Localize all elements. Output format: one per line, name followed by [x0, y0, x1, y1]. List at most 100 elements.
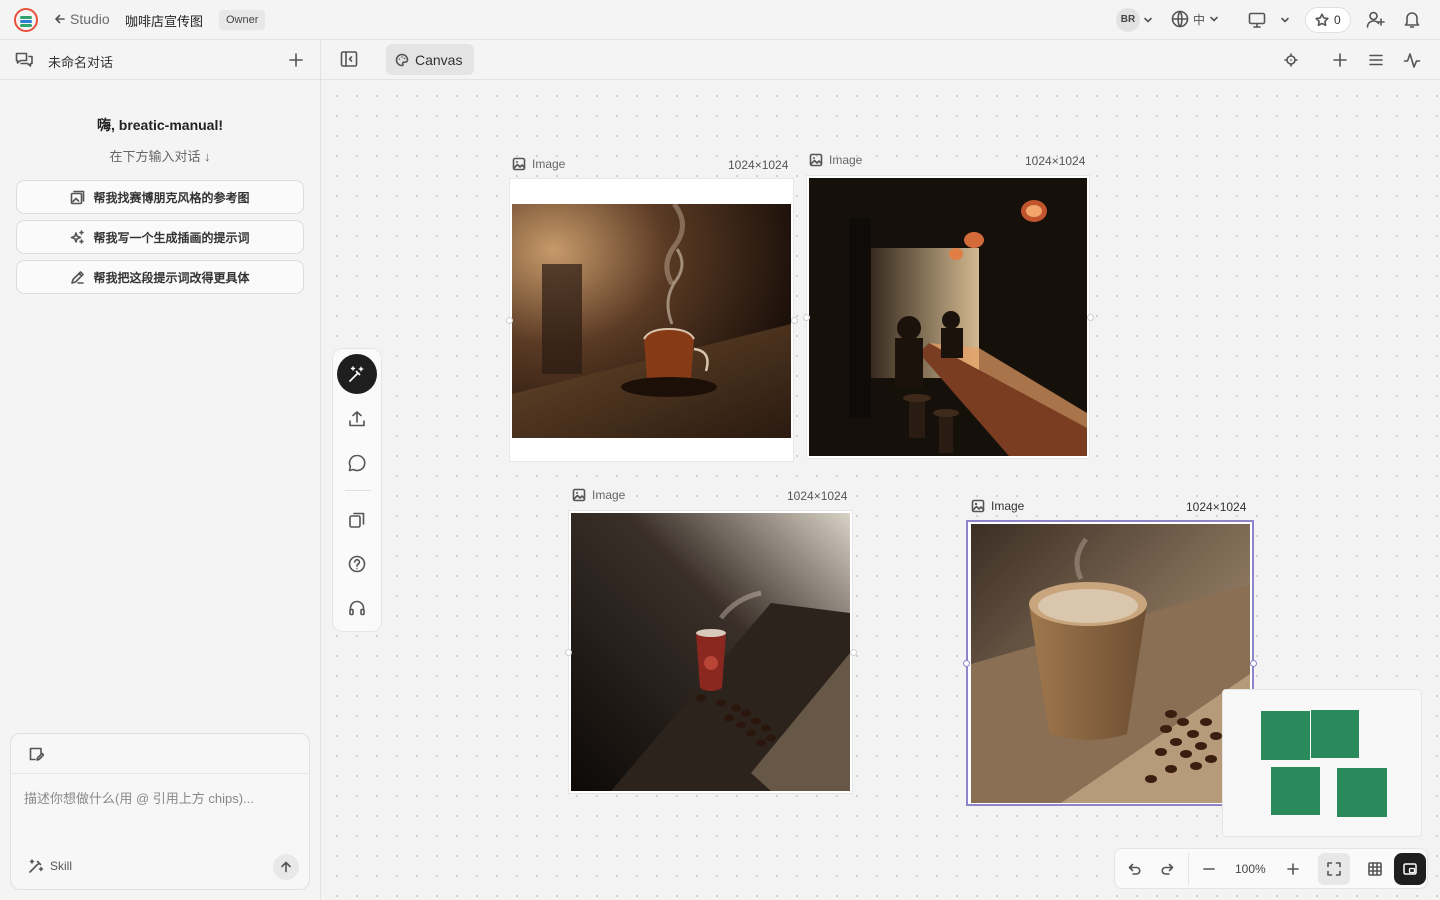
suggestion-label: 帮我找赛博朋克风格的参考图	[93, 190, 250, 205]
globe-icon	[1171, 10, 1189, 28]
minimap-icon	[1403, 863, 1417, 875]
plus-icon[interactable]	[1332, 52, 1348, 68]
greeting-heading: 嗨, breatic-manual!	[96, 117, 224, 133]
frame-size: 1024×1024	[1025, 154, 1086, 168]
image-icon	[572, 488, 586, 502]
help-icon[interactable]	[347, 554, 367, 574]
headset-icon[interactable]	[347, 598, 367, 618]
suggestion-label: 帮我写一个生成插画的提示词	[93, 230, 250, 245]
activity-icon[interactable]	[1403, 51, 1421, 69]
fullscreen-icon	[1327, 862, 1341, 876]
chat-input[interactable]: 描述你想做什么(用 @ 引用上方 chips)...	[24, 788, 254, 807]
red-cup-beans-photo	[571, 513, 850, 791]
resize-handle[interactable]	[803, 314, 810, 321]
magic-wand-icon	[29, 859, 44, 873]
chevron-down-icon[interactable]	[1143, 15, 1153, 25]
image-frame[interactable]	[803, 175, 1094, 459]
suggestion-chip[interactable]: 帮我找赛博朋克风格的参考图	[16, 180, 304, 214]
pencil-icon	[71, 270, 85, 284]
language-switcher[interactable]: 中	[1171, 10, 1219, 28]
magic-sparkle-icon	[349, 366, 364, 382]
frame-label: Image	[971, 499, 1024, 513]
minimap-toggle-button[interactable]	[1394, 853, 1426, 885]
back-label: Studio	[70, 11, 110, 27]
upload-icon[interactable]	[347, 409, 367, 429]
frame-label-text: Image	[532, 157, 566, 171]
image-frame[interactable]	[506, 178, 798, 462]
zoom-divider	[1188, 853, 1189, 885]
composer-toolbar	[11, 734, 309, 774]
undo-icon[interactable]	[1126, 861, 1142, 877]
minimap-frame	[1311, 710, 1359, 758]
user-avatar[interactable]: BR	[1116, 8, 1140, 32]
palette-icon	[395, 53, 409, 66]
canvas-tool-rail	[332, 348, 382, 632]
zoom-in-icon[interactable]	[1286, 862, 1300, 876]
resize-handle[interactable]	[850, 649, 857, 656]
conversations-icon[interactable]	[15, 51, 34, 69]
skill-label: Skill	[50, 859, 73, 873]
chat-bubble-icon[interactable]	[347, 453, 367, 473]
frame-label: Image	[572, 488, 625, 502]
suggestion-label: 帮我把这段提示词改得更具体	[93, 270, 250, 285]
plus-icon[interactable]	[288, 52, 304, 68]
minimap-frame	[1337, 768, 1387, 817]
tab-canvas-label: Canvas	[415, 51, 463, 68]
bell-icon[interactable]	[1403, 10, 1421, 29]
tab-canvas[interactable]: Canvas	[386, 44, 474, 75]
star-count: 0	[1334, 13, 1341, 27]
resize-handle[interactable]	[1250, 660, 1257, 667]
frame-label-text: Image	[991, 499, 1025, 513]
role-badge: Owner	[219, 10, 266, 30]
frame-label-text: Image	[829, 153, 863, 167]
chat-sidebar: 未命名对话 嗨, breatic-manual! 在下方输入对话 ↓ 帮我找赛博…	[0, 40, 321, 900]
sparkles-icon	[71, 229, 85, 244]
resize-handle[interactable]	[791, 317, 798, 324]
arrow-left-icon	[55, 14, 65, 24]
resize-handle[interactable]	[1087, 314, 1094, 321]
locate-icon[interactable]	[1284, 53, 1298, 67]
skill-button[interactable]: Skill	[28, 858, 72, 874]
note-edit-icon[interactable]	[28, 746, 44, 762]
grid-icon[interactable]	[1367, 861, 1383, 877]
frame-size: 1024×1024	[787, 489, 848, 503]
image-frame[interactable]	[565, 510, 857, 794]
star-button[interactable]: 0	[1305, 7, 1351, 33]
zoom-level[interactable]: 100%	[1235, 862, 1266, 876]
canvas-minimap[interactable]	[1222, 689, 1422, 837]
conversation-title[interactable]: 未命名对话	[48, 52, 113, 71]
project-title[interactable]: 咖啡店宣传图	[125, 11, 203, 30]
app-logo[interactable]	[14, 8, 38, 32]
conversation-header: 未命名对话	[0, 40, 320, 80]
canvas-tab-bar	[321, 40, 1440, 80]
frame-label: Image	[809, 153, 862, 167]
add-user-icon[interactable]	[1366, 10, 1385, 29]
ai-generate-button[interactable]	[337, 354, 377, 394]
suggestion-chip[interactable]: 帮我把这段提示词改得更具体	[16, 260, 304, 294]
redo-icon[interactable]	[1160, 861, 1176, 877]
frame-size: 1024×1024	[1186, 500, 1247, 514]
kraft-cup-beans-photo	[971, 524, 1250, 803]
resize-handle[interactable]	[963, 660, 970, 667]
arrow-up-icon	[281, 861, 291, 873]
chevron-down-icon[interactable]	[1280, 15, 1290, 25]
coffee-shop-interior-photo	[809, 178, 1087, 456]
copy-icon[interactable]	[347, 510, 367, 530]
minimap-frame	[1271, 767, 1320, 815]
resize-handle[interactable]	[565, 649, 572, 656]
suggestion-chip[interactable]: 帮我写一个生成插画的提示词	[16, 220, 304, 254]
image-icon	[512, 157, 526, 171]
back-to-studio-link[interactable]: Studio	[54, 11, 110, 27]
zoom-out-icon[interactable]	[1202, 862, 1216, 876]
monitor-icon[interactable]	[1248, 11, 1266, 29]
star-icon	[1315, 13, 1329, 27]
list-icon[interactable]	[1368, 52, 1384, 68]
sidebar-toggle-icon[interactable]	[340, 50, 358, 68]
chat-composer: 描述你想做什么(用 @ 引用上方 chips)... Skill	[10, 733, 310, 890]
frame-size: 1024×1024	[728, 158, 789, 172]
image-icon	[809, 153, 823, 167]
send-button[interactable]	[273, 854, 299, 880]
fit-screen-button[interactable]	[1318, 853, 1350, 885]
resize-handle[interactable]	[506, 317, 513, 324]
image-frame-selected[interactable]	[963, 520, 1257, 806]
